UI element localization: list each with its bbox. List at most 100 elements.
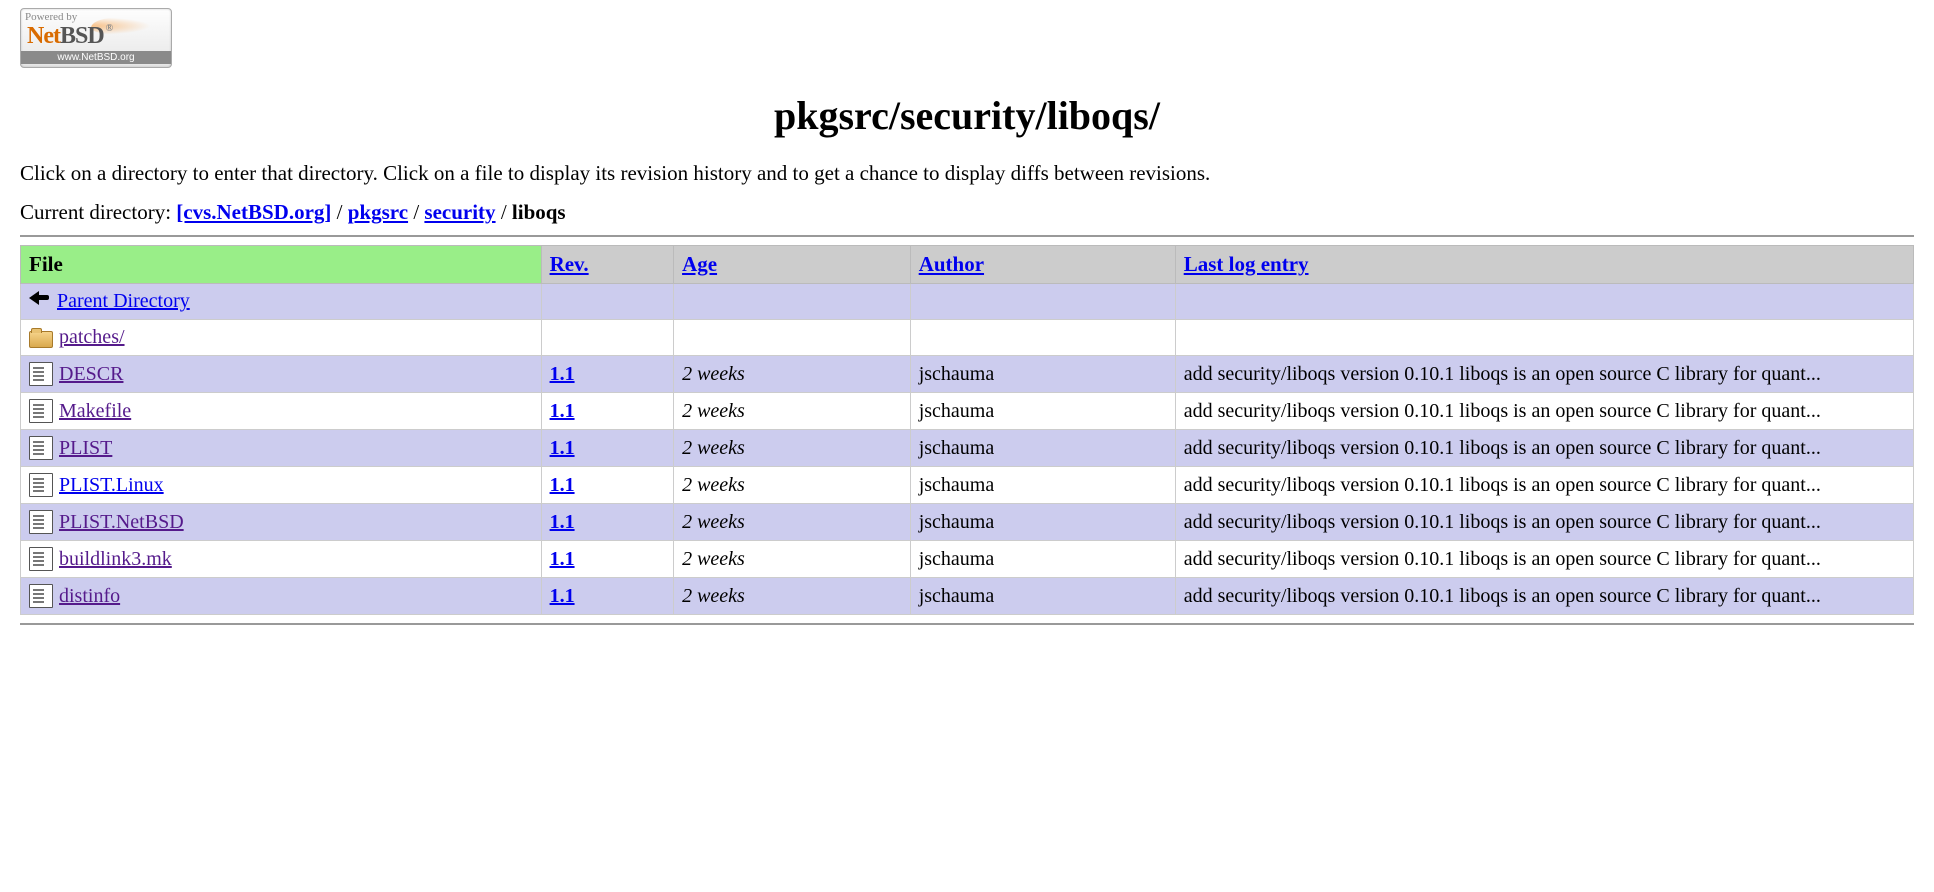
logo-powered-text: Powered by	[25, 11, 77, 23]
table-row: PLIST.NetBSD 1.1 2 weeksjschaumaadd securi…	[21, 504, 1914, 541]
breadcrumb-current: liboqs	[512, 200, 566, 224]
rev-link[interactable]: 1.1	[550, 400, 575, 422]
rev-link[interactable]: 1.1	[550, 363, 575, 385]
author-cell: jschauma	[910, 430, 1175, 467]
file-link[interactable]: buildlink3.mk	[59, 548, 172, 571]
log-cell	[1175, 320, 1913, 356]
rev-link[interactable]: 1.1	[550, 437, 575, 459]
col-header-rev-link[interactable]: Rev.	[550, 252, 589, 276]
file-cell: distinfo	[21, 578, 542, 615]
file-link[interactable]: distinfo	[59, 585, 120, 608]
page-title: pkgsrc/security/liboqs/	[20, 92, 1914, 139]
file-link[interactable]: patches/	[59, 326, 125, 349]
rev-cell: 1.1	[541, 356, 674, 393]
author-cell: jschauma	[910, 467, 1175, 504]
col-header-age[interactable]: Age	[674, 246, 911, 284]
log-cell: add security/liboqs version 0.10.1 liboq…	[1175, 356, 1913, 393]
age-cell: 2 weeks	[674, 541, 911, 578]
col-header-author[interactable]: Author	[910, 246, 1175, 284]
rev-link[interactable]: 1.1	[550, 548, 575, 570]
col-header-author-link[interactable]: Author	[919, 252, 984, 276]
table-row: PLIST.Linux 1.1 2 weeksjschaumaadd securit…	[21, 467, 1914, 504]
age-cell: 2 weeks	[674, 467, 911, 504]
file-cell: PLIST.Linux	[21, 467, 542, 504]
file-link[interactable]: Parent Directory	[57, 290, 190, 313]
breadcrumb-sep: /	[337, 200, 348, 224]
col-header-age-link[interactable]: Age	[682, 252, 717, 276]
file-cell: Makefile	[21, 393, 542, 430]
file-icon	[29, 473, 53, 497]
rev-link[interactable]: 1.1	[550, 585, 575, 607]
table-row: PLIST 1.1 2 weeksjschaumaadd security/libo…	[21, 430, 1914, 467]
log-cell: add security/liboqs version 0.10.1 liboq…	[1175, 430, 1913, 467]
logo-wordmark: NetBSD®	[27, 23, 112, 50]
breadcrumb-pkgsrc-link[interactable]: pkgsrc	[348, 200, 408, 224]
author-cell: jschauma	[910, 356, 1175, 393]
rev-cell	[541, 284, 674, 320]
author-cell: jschauma	[910, 393, 1175, 430]
file-cell: buildlink3.mk	[21, 541, 542, 578]
divider	[20, 623, 1914, 625]
age-cell	[674, 320, 911, 356]
file-cell: PLIST	[21, 430, 542, 467]
table-header-row: File Rev. Age Author Last log entry	[21, 246, 1914, 284]
breadcrumb: Current directory: [cvs.NetBSD.org] / pk…	[20, 200, 1914, 225]
col-header-log[interactable]: Last log entry	[1175, 246, 1913, 284]
logo-url-text: www.NetBSD.org	[21, 51, 171, 64]
breadcrumb-prefix: Current directory:	[20, 200, 176, 224]
file-cell: patches/	[21, 320, 542, 356]
age-cell: 2 weeks	[674, 356, 911, 393]
file-icon	[29, 547, 53, 571]
rev-link[interactable]: 1.1	[550, 474, 575, 496]
author-cell: jschauma	[910, 578, 1175, 615]
rev-cell: 1.1	[541, 578, 674, 615]
log-cell: add security/liboqs version 0.10.1 liboq…	[1175, 467, 1913, 504]
table-row: DESCR 1.1 2 weeksjschaumaadd security/libo…	[21, 356, 1914, 393]
file-cell: DESCR	[21, 356, 542, 393]
intro-text: Click on a directory to enter that direc…	[20, 161, 1914, 186]
netbsd-logo[interactable]: Powered by NetBSD® www.NetBSD.org	[20, 49, 172, 73]
table-row: Makefile 1.1 2 weeksjschaumaadd security/l…	[21, 393, 1914, 430]
file-listing-table: File Rev. Age Author Last log entry Pare…	[20, 245, 1914, 615]
author-cell: jschauma	[910, 541, 1175, 578]
log-cell: add security/liboqs version 0.10.1 liboq…	[1175, 541, 1913, 578]
breadcrumb-security-link[interactable]: security	[424, 200, 495, 224]
rev-link[interactable]: 1.1	[550, 511, 575, 533]
col-header-log-link[interactable]: Last log entry	[1184, 252, 1309, 276]
age-cell: 2 weeks	[674, 430, 911, 467]
file-link[interactable]: Makefile	[59, 400, 131, 423]
file-link[interactable]: PLIST	[59, 437, 112, 460]
file-icon	[29, 436, 53, 460]
rev-cell: 1.1	[541, 504, 674, 541]
col-header-file[interactable]: File	[21, 246, 542, 284]
rev-cell	[541, 320, 674, 356]
age-cell: 2 weeks	[674, 393, 911, 430]
file-icon	[29, 510, 53, 534]
rev-cell: 1.1	[541, 467, 674, 504]
table-row: patches/	[21, 320, 1914, 356]
table-row: buildlink3.mk 1.1 2 weeksjschaumaadd secur…	[21, 541, 1914, 578]
age-cell: 2 weeks	[674, 578, 911, 615]
author-cell	[910, 284, 1175, 320]
log-cell: add security/liboqs version 0.10.1 liboq…	[1175, 578, 1913, 615]
breadcrumb-root-link[interactable]: [cvs.NetBSD.org]	[176, 200, 331, 224]
file-link[interactable]: DESCR	[59, 363, 123, 386]
log-cell	[1175, 284, 1913, 320]
log-cell: add security/liboqs version 0.10.1 liboq…	[1175, 393, 1913, 430]
breadcrumb-sep: /	[413, 200, 424, 224]
author-cell	[910, 320, 1175, 356]
age-cell: 2 weeks	[674, 504, 911, 541]
rev-cell: 1.1	[541, 541, 674, 578]
folder-icon	[29, 331, 53, 348]
author-cell: jschauma	[910, 504, 1175, 541]
table-row: distinfo 1.1 2 weeksjschaumaadd security/l…	[21, 578, 1914, 615]
file-link[interactable]: PLIST.Linux	[59, 474, 164, 497]
breadcrumb-sep: /	[501, 200, 512, 224]
log-cell: add security/liboqs version 0.10.1 liboq…	[1175, 504, 1913, 541]
file-link[interactable]: PLIST.NetBSD	[59, 511, 184, 534]
col-header-rev[interactable]: Rev.	[541, 246, 674, 284]
file-cell: PLIST.NetBSD	[21, 504, 542, 541]
divider	[20, 235, 1914, 237]
table-row: Parent Directory	[21, 284, 1914, 320]
age-cell	[674, 284, 911, 320]
